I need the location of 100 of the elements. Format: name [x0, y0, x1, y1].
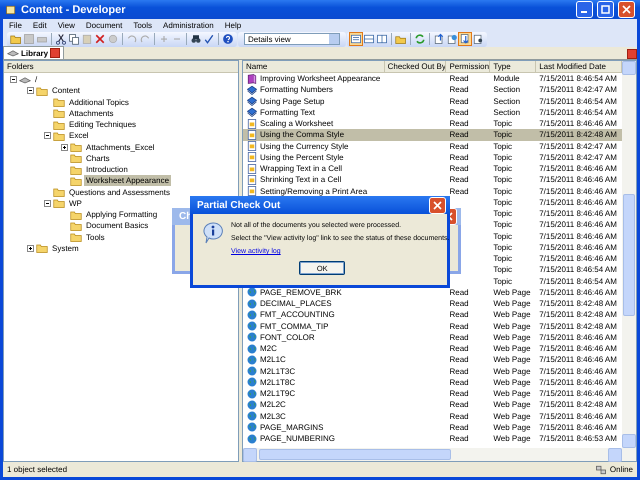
table-row[interactable]: M2L3C Read Web Page 7/15/2011 8:46:46 AM [243, 410, 622, 422]
column-header[interactable]: Checked Out By [384, 61, 446, 72]
folder-icon [53, 197, 65, 210]
table-cell: Read [449, 142, 469, 151]
table-row[interactable]: Using the Percent Style Read Topic 7/15/2011 8:42:47 AM [243, 152, 622, 163]
close-button[interactable] [618, 1, 635, 18]
folder-item[interactable]: Attachments_Excel [84, 142, 156, 153]
refresh-icon[interactable] [414, 33, 426, 45]
menu-item[interactable]: Help [224, 20, 242, 30]
cut-icon[interactable] [55, 33, 67, 45]
table-row[interactable]: M2L1T3C Read Web Page 7/15/2011 8:46:46 AM [243, 366, 622, 377]
expander[interactable] [44, 132, 51, 140]
expander[interactable] [61, 144, 68, 151]
folder-item[interactable]: WP [67, 198, 84, 209]
folder-item[interactable]: Tools [84, 232, 107, 243]
folder-item[interactable]: Introduction [84, 164, 130, 176]
folder-item[interactable]: Document Basics [84, 220, 150, 232]
column-header[interactable]: Type [490, 61, 536, 72]
table-row[interactable]: PAGE_MARGINS Read Web Page 7/15/2011 8:46:46 AM [243, 422, 622, 433]
table-row[interactable]: PAGE_REMOVE_BRK Read Web Page 7/15/2011 8:46:46 AM [243, 286, 622, 298]
table-row[interactable]: M2L2C Read Web Page 7/15/2011 8:42:48 AM [243, 399, 622, 410]
copy-icon[interactable] [68, 33, 80, 45]
globe-document-icon[interactable] [446, 33, 458, 45]
view-dropdown[interactable]: Details view [244, 33, 340, 45]
table-row[interactable]: PAGE_NUMBERING Read Web Page 7/15/2011 8:46:53 AM [243, 433, 622, 444]
horizontal-scrollbar[interactable] [243, 448, 636, 461]
column-header[interactable]: Name [243, 61, 385, 72]
expander[interactable] [27, 87, 34, 94]
folder-item[interactable]: Charts [84, 152, 112, 164]
table-cell: 7/15/2011 8:46:54 AM [539, 276, 617, 286]
delete-icon[interactable] [94, 33, 106, 45]
table-row[interactable]: Scaling a Worksheet Read Topic 7/15/2011 8:46:46 AM [243, 118, 622, 130]
upload-icon[interactable] [433, 33, 445, 45]
table-row[interactable]: Formatting Numbers Read Section 7/15/2011 8:42:47 AM [243, 84, 622, 96]
table-cell: 7/15/2011 8:46:46 AM [539, 220, 617, 230]
menu-item[interactable]: File [9, 20, 22, 30]
table-row[interactable]: M2C Read Web Page 7/15/2011 8:46:46 AM [243, 343, 622, 354]
folder-item[interactable]: System [50, 242, 81, 254]
menu-item[interactable]: Administration [163, 20, 214, 30]
table-row[interactable]: FMT_COMMA_TIP Read Web Page 7/15/2011 8:42:48 AM [243, 320, 622, 332]
folder-item[interactable]: Applying Formatting [84, 209, 160, 220]
table-cell: 7/15/2011 8:46:46 AM [539, 378, 617, 387]
column-header[interactable]: Permission [446, 61, 490, 72]
folder-item[interactable]: Attachments [67, 108, 116, 119]
table-cell: 7/15/2011 8:46:46 AM [539, 209, 617, 218]
table-row[interactable]: Using the Comma Style Read Topic 7/15/2011 8:42:48 AM [243, 129, 622, 140]
table-row[interactable]: FONT_COLOR Read Web Page 7/15/2011 8:46:46 AM [243, 332, 622, 343]
menu-item[interactable]: Edit [32, 20, 47, 30]
table-cell: Read [449, 332, 469, 342]
menu-item[interactable]: Document [86, 20, 122, 30]
folder-item[interactable]: Questions and Assessments [67, 186, 172, 198]
globe-icon [246, 421, 258, 434]
table-row[interactable]: Improving Worksheet Appearance Read Module 7/15/2011 8:46:54 AM [243, 73, 622, 84]
maximize-button[interactable] [597, 1, 614, 18]
table-row[interactable]: M2L1T9C Read Web Page 7/15/2011 8:46:46 AM [243, 388, 622, 400]
folder-item[interactable]: Worksheet Appearance [84, 175, 172, 186]
folder-icon [70, 220, 82, 232]
table-cell: Web Page [493, 310, 531, 320]
table-row[interactable]: Setting/Removing a Print Area Read Topic 7/15/2011 8:46:46 AM [243, 186, 622, 197]
menu-item[interactable]: Tools [133, 20, 152, 30]
folder-icon [53, 96, 65, 108]
expander[interactable] [10, 76, 17, 84]
library-tab[interactable]: Library [3, 46, 64, 59]
folder-item[interactable]: Editing Techniques [67, 119, 138, 130]
table-cell: Read [449, 299, 469, 308]
table-row[interactable]: Using the Currency Style Read Topic 7/15/2011 8:42:47 AM [243, 140, 622, 152]
table-cell: Read [449, 74, 469, 84]
document-icon [246, 140, 258, 152]
table-cell: Section [493, 96, 520, 106]
globe-icon [246, 308, 258, 321]
minimize-button[interactable] [576, 1, 593, 18]
table-cell: 7/15/2011 8:46:46 AM [539, 355, 617, 364]
expander[interactable] [27, 244, 34, 252]
details-view-icon[interactable] [350, 33, 362, 45]
table-row[interactable]: DECIMAL_PLACES Read Web Page 7/15/2011 8:42:48 AM [243, 298, 622, 310]
menu-item[interactable]: View [58, 20, 75, 30]
folder-item[interactable]: Excel [67, 130, 91, 142]
spellcheck-icon[interactable] [203, 33, 215, 45]
close-tab-icon[interactable] [50, 48, 60, 58]
help-icon[interactable] [222, 33, 234, 45]
split-horizontal-icon[interactable] [363, 33, 375, 45]
close-button[interactable] [429, 196, 446, 214]
table-row[interactable]: Shrinking Text in a Cell Read Topic 7/15/2011 8:46:46 AM [243, 174, 622, 186]
folder-item[interactable]: / [33, 74, 40, 86]
table-cell: Web Page [493, 366, 531, 376]
vertical-scrollbar[interactable] [622, 61, 636, 448]
table-row[interactable]: Wrapping Text in a Cell Read Topic 7/15/2011 8:46:46 AM [243, 163, 622, 174]
binoculars-icon[interactable] [190, 33, 202, 45]
table-row[interactable]: M2L1T8C Read Web Page 7/15/2011 8:46:46 AM [243, 376, 622, 388]
table-row[interactable]: Formatting Text Read Section 7/15/2011 8:46:54 AM [243, 106, 622, 118]
split-vertical-icon[interactable] [376, 33, 388, 45]
download-icon[interactable] [459, 33, 471, 45]
folder-item[interactable]: Additional Topics [67, 96, 131, 108]
expander[interactable] [44, 200, 51, 207]
table-cell: Topic [493, 175, 512, 184]
table-row[interactable]: FMT_ACCOUNTING Read Web Page 7/15/2011 8:42:48 AM [243, 309, 622, 320]
table-row[interactable]: Using Page Setup Read Section 7/15/2011 8:46:54 AM [243, 96, 622, 107]
folder-item[interactable]: Content [50, 85, 82, 96]
table-cell: Web Page [493, 434, 531, 444]
table-row[interactable]: M2L1C Read Web Page 7/15/2011 8:46:46 AM [243, 354, 622, 366]
